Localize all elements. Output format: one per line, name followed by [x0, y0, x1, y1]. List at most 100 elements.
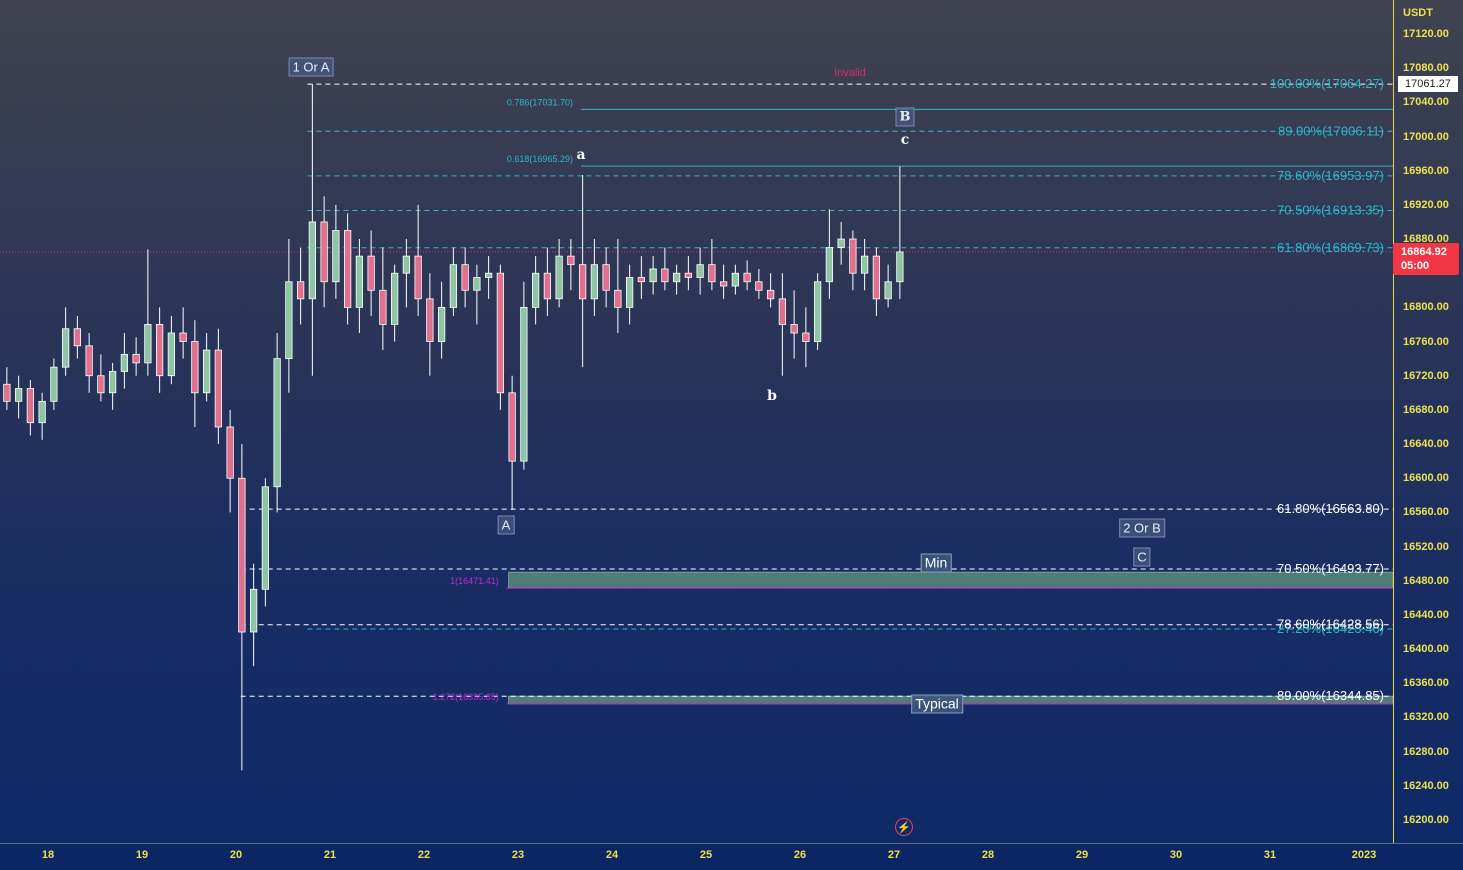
- y-tick-label: 17080.00: [1403, 62, 1449, 75]
- level-label: 89.00%(16344.85): [1277, 688, 1384, 703]
- y-tick-label: 16440.00: [1403, 608, 1449, 621]
- candle-up: [202, 349, 211, 394]
- candle-down: [790, 324, 798, 334]
- candle-up: [649, 268, 657, 283]
- candle-down: [708, 264, 716, 283]
- candle-down: [132, 353, 140, 364]
- candle-down: [602, 264, 610, 291]
- candle-up: [731, 272, 740, 287]
- candle-down: [155, 324, 164, 377]
- candle-up: [860, 255, 869, 274]
- price-chart[interactable]: 100.00%(17064.27) 89.00%(17006.11) 78.60%(…: [0, 0, 1393, 843]
- candle-up: [590, 264, 599, 300]
- y-tick-label: 17000.00: [1403, 130, 1449, 143]
- candle-down: [743, 272, 751, 283]
- level-label: 70.50%(16913.35): [1277, 203, 1384, 218]
- y-tick-label: 16520.00: [1403, 540, 1449, 553]
- candle-down: [661, 268, 669, 283]
- level-label: 0.786(17031.70): [507, 97, 573, 107]
- y-tick-label: 16480.00: [1403, 574, 1449, 587]
- wave-label-a: a: [576, 147, 586, 163]
- candle-up: [120, 353, 129, 372]
- y-tick-label: 16680.00: [1403, 403, 1449, 416]
- x-tick-label: 21: [323, 849, 337, 861]
- candle-down: [414, 255, 422, 300]
- y-tick-label: 16280.00: [1403, 745, 1449, 758]
- x-tick-label: 25: [699, 849, 713, 861]
- x-tick-label: 20: [229, 849, 243, 861]
- candle-up: [696, 264, 704, 278]
- y-tick-label: 16720.00: [1403, 369, 1449, 382]
- x-tick-label: 26: [793, 849, 807, 861]
- candle-down: [684, 272, 693, 278]
- y-tick-label: 16640.00: [1403, 438, 1449, 451]
- wave-label-b: b: [767, 388, 777, 404]
- currency-label: USDT: [1403, 7, 1433, 19]
- candle-up: [261, 486, 270, 590]
- zone-label-typical: Typical: [911, 694, 963, 714]
- candle-down: [567, 255, 575, 266]
- candle-down: [343, 230, 352, 308]
- candle-down: [614, 289, 622, 308]
- time-axis[interactable]: [0, 843, 1463, 870]
- candle-down: [578, 264, 587, 300]
- candle-down: [426, 298, 434, 342]
- level-label: 100.00%(17064.27): [1270, 76, 1384, 91]
- candle-up: [144, 324, 152, 364]
- candle-down: [766, 289, 775, 300]
- candle-up: [308, 221, 317, 300]
- candle-down: [461, 264, 469, 291]
- candle-down: [367, 255, 375, 291]
- level-label: 61.80%(16869.73): [1277, 240, 1384, 255]
- x-tick-label: 24: [605, 849, 619, 861]
- candle-down: [802, 332, 810, 342]
- wave-label-C: C: [1133, 547, 1151, 567]
- x-tick-label: 18: [41, 849, 55, 861]
- candle-up: [813, 281, 822, 342]
- y-tick-label: 16560.00: [1403, 506, 1449, 519]
- candle-down: [97, 375, 105, 394]
- candle-down: [238, 477, 246, 633]
- level-label: 78.60%(16953.97): [1277, 168, 1384, 183]
- candle-up: [473, 277, 481, 291]
- candle-up: [437, 306, 446, 342]
- x-tick-label: 2023: [1351, 849, 1377, 861]
- candle-up: [402, 255, 411, 274]
- y-tick-label: 16360.00: [1403, 677, 1449, 690]
- x-tick-label: 19: [135, 849, 149, 861]
- last-price-value: 16864.92: [1401, 246, 1447, 258]
- candle-up: [531, 272, 540, 308]
- marked-price-tag: 17061.27: [1398, 76, 1458, 92]
- candle-down: [872, 255, 881, 300]
- candle-down: [543, 272, 552, 300]
- level-label: 61.80%(16563.80): [1277, 501, 1384, 516]
- level-label: 89.00%(17006.11): [1278, 123, 1384, 138]
- candle-up: [896, 251, 904, 283]
- y-tick-label: 16800.00: [1403, 301, 1449, 314]
- candle-down: [26, 388, 35, 424]
- y-tick-label: 16400.00: [1403, 643, 1449, 656]
- candle-up: [672, 272, 681, 283]
- countdown: 05:00: [1401, 260, 1430, 272]
- wave-label-A: A: [497, 515, 515, 535]
- last-price-tag: 16864.92 05:00: [1393, 243, 1459, 275]
- candle-up: [520, 306, 528, 462]
- candle-down: [85, 345, 93, 377]
- y-tick-label: 16600.00: [1403, 472, 1449, 485]
- level-label: 0.618(16965.29): [507, 154, 573, 164]
- x-tick-label: 27: [887, 849, 901, 861]
- zone-min: [508, 571, 1393, 589]
- candle-up: [249, 588, 258, 633]
- candle-up: [61, 328, 70, 368]
- x-tick-label: 30: [1169, 849, 1183, 861]
- y-tick-label: 16320.00: [1403, 711, 1449, 724]
- candle-down: [179, 332, 187, 342]
- x-tick-label: 28: [981, 849, 995, 861]
- candle-down: [496, 272, 505, 394]
- candle-up: [390, 272, 399, 325]
- y-tick-label: 17040.00: [1403, 96, 1449, 109]
- candle-down: [3, 383, 11, 402]
- candle-up: [825, 247, 834, 283]
- lightning-icon[interactable]: ⚡: [895, 818, 913, 836]
- candle-down: [226, 426, 234, 479]
